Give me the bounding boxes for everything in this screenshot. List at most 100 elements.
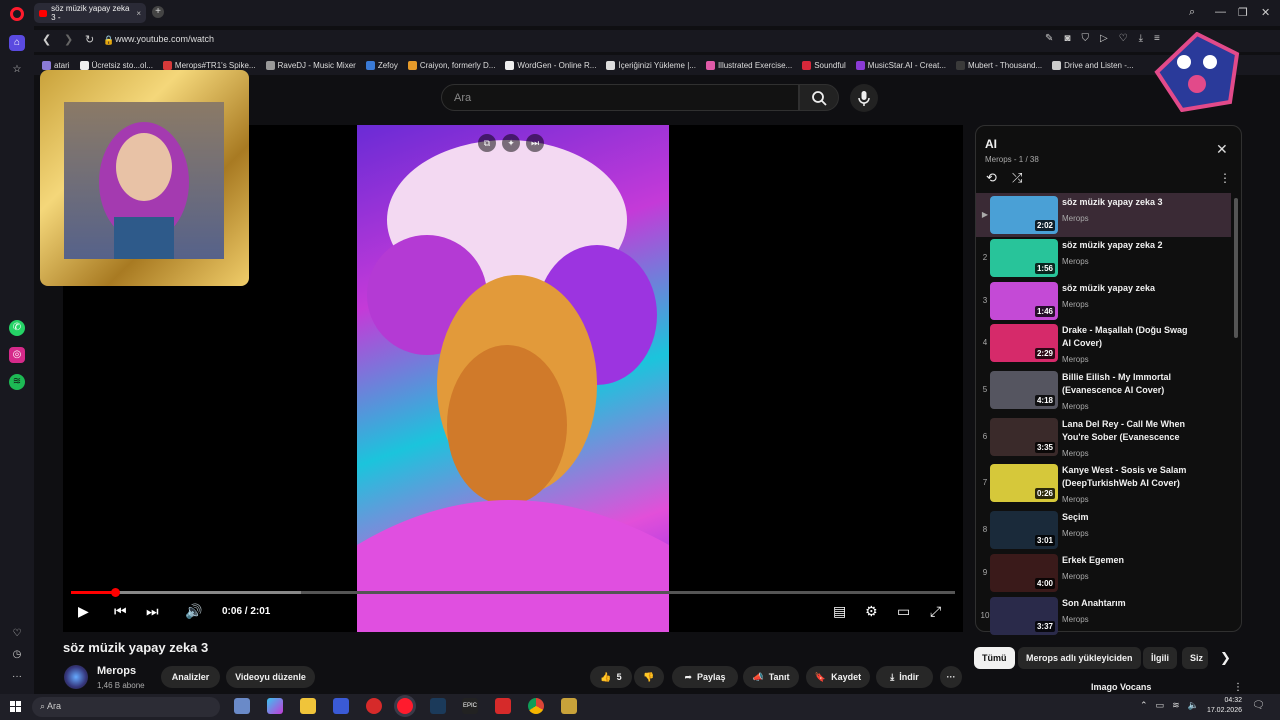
opera-logo-icon[interactable] [10,7,24,21]
play-button[interactable]: ▶ [78,603,89,620]
settings-gear-icon[interactable]: ⚙ [865,603,878,620]
bookmark-item[interactable]: Craiyon, formerly D... [407,60,495,70]
whatsapp-icon[interactable]: ✆ [9,320,25,336]
playlist-item[interactable]: 5 4:18 Billie Eilish - My Immortal (Evanes… [976,368,1231,412]
channel-avatar[interactable] [64,665,88,689]
chip-from-uploader[interactable]: Merops adlı yükleyiciden [1018,647,1141,669]
playlist-item-thumbnail[interactable]: 1:56 [990,239,1058,277]
bookmark-item[interactable]: Drive and Listen -... [1052,60,1134,70]
chip-for-you[interactable]: Siz [1182,647,1208,669]
download-icon[interactable]: ⤓ [1139,33,1143,44]
heart-icon[interactable]: ♡ [1119,33,1128,44]
analytics-button[interactable]: Analizler [161,666,220,688]
minimize-button[interactable]: — [1215,6,1226,18]
windows-start-icon[interactable] [10,701,22,713]
history-icon[interactable]: ◷ [9,647,25,663]
close-playlist-icon[interactable]: ✕ [1216,141,1228,158]
edit-icon[interactable]: ✎ [1045,33,1053,44]
bookmark-item[interactable]: MusicStar.AI - Creat... [855,60,946,70]
progress-scrubber[interactable] [111,588,120,597]
playlist-item[interactable]: ▶ 2:02 söz müzik yapay zeka 3 Merops [976,193,1231,237]
playlist-item-thumbnail[interactable]: 3:35 [990,418,1058,456]
like-button[interactable]: 👍 5 [590,666,632,688]
edit-video-button[interactable]: Videoyu düzenle [226,666,315,688]
home-icon[interactable]: ⌂ [9,35,25,51]
dislike-button[interactable]: 👎 [634,666,664,688]
promote-button[interactable]: 📣 Tanıt [743,666,799,688]
tray-chevron-icon[interactable]: ⌃ [1140,700,1148,711]
recommendation-more-icon[interactable]: ⋮ [1233,682,1243,693]
more-sidebar-icon[interactable]: ··· [9,669,25,685]
playlist-item[interactable]: 7 0:26 Kanye West - Sosis ve Salam (DeepTu… [976,461,1231,505]
maximize-button[interactable]: ❐ [1238,6,1248,19]
search-button[interactable] [799,84,839,111]
search-input[interactable]: Ara [441,84,799,111]
taskbar-clock[interactable]: 04:32 17.02.2026 [1200,696,1242,716]
recommendation-title[interactable]: Imago Vocans [1091,682,1151,692]
chip-related[interactable]: İlgili [1143,647,1177,669]
star-icon[interactable]: ☆ [9,62,25,78]
bookmark-item[interactable]: İçeriğinizi Yükleme |... [606,60,696,70]
download-button[interactable]: ⤓ İndir [876,666,933,688]
playlist-item-thumbnail[interactable]: 2:02 [990,196,1058,234]
url-field[interactable]: www.youtube.com/watch [115,34,214,44]
playlist-item[interactable]: 6 3:35 Lana Del Rey - Call Me When You're … [976,415,1231,459]
opera-taskbar-icon[interactable] [397,698,413,714]
skip-icon[interactable]: ⏭ [526,134,544,152]
playlist-item-thumbnail[interactable]: 3:37 [990,597,1058,635]
bookmark-item[interactable]: RaveDJ - Music Mixer [265,60,356,70]
search-tabs-icon[interactable]: ⌕ [1189,6,1195,19]
playlist-more-icon[interactable]: ⋮ [1219,171,1231,185]
app-red-icon[interactable] [495,698,511,714]
app-gold-icon[interactable] [561,698,577,714]
chip-all[interactable]: Tümü [974,647,1015,669]
playlist-item[interactable]: 9 4:00 Erkek Egemen Merops [976,551,1231,595]
playlist-item-thumbnail[interactable]: 4:00 [990,554,1058,592]
playlist-title[interactable]: AI [985,137,997,151]
file-explorer-icon[interactable] [300,698,316,714]
playlist-item[interactable]: 4 2:29 Drake - Maşallah (Doğu Swag AI Cove… [976,321,1231,365]
playlist-item[interactable]: 2 1:56 söz müzik yapay zeka 2 Merops [976,236,1231,280]
new-tab-button[interactable]: + [152,6,164,18]
instagram-icon[interactable]: ◎ [9,347,25,363]
copilot-icon[interactable] [267,698,283,714]
chrome-icon[interactable] [528,698,544,714]
camera-icon[interactable]: ◙ [1064,33,1070,44]
shuffle-icon[interactable]: ⤮ [1012,170,1022,186]
heart-sidebar-icon[interactable]: ♡ [9,626,25,642]
theater-mode-icon[interactable]: ▭ [897,603,910,620]
playlist-item[interactable]: 8 3:01 Seçim Merops [976,508,1231,552]
loop-icon[interactable]: ⟲ [986,170,997,186]
play-icon[interactable]: ▷ [1100,33,1108,44]
sparkle-icon[interactable]: ✦ [502,134,520,152]
subtitles-icon[interactable]: ▤ [833,603,846,620]
previous-button[interactable]: ⏮ [114,603,127,620]
speaker-icon[interactable]: 🔈 [1188,700,1199,711]
playlist-item-thumbnail[interactable]: 0:26 [990,464,1058,502]
browser-app-icon[interactable] [366,698,382,714]
epic-games-icon[interactable]: EPIC [462,698,478,714]
playlist-item-thumbnail[interactable]: 3:01 [990,511,1058,549]
browser-tab-active[interactable]: söz müzik yapay zeka 3 - × [34,3,146,23]
bookmark-item[interactable]: Soundful [802,60,846,70]
playlist-item-thumbnail[interactable]: 2:29 [990,324,1058,362]
voice-search-button[interactable] [850,84,878,112]
playlist-scrollbar[interactable] [1234,198,1238,338]
steam-icon[interactable] [430,698,446,714]
taskview-icon[interactable] [234,698,250,714]
app-icon[interactable] [333,698,349,714]
next-button[interactable]: ⏭ [146,603,159,620]
chips-next-icon[interactable]: ❯ [1220,650,1231,666]
bookmark-item[interactable]: Mubert - Thousand... [956,60,1042,70]
playlist-item[interactable]: 10 3:37 Son Anahtarım Merops [976,594,1231,638]
bookmark-item[interactable]: Merops#TR1's Spike... [162,60,256,70]
playlist-owner[interactable]: Merops [985,155,1012,164]
bookmark-item[interactable]: Ücretsiz sto...ol... [79,60,153,70]
more-actions-button[interactable]: ··· [940,666,962,688]
spotify-icon[interactable]: ≋ [9,374,25,390]
bookmark-item[interactable]: Illustrated Exercise... [705,60,792,70]
copy-icon[interactable]: ⧉ [478,134,496,152]
playlist-item[interactable]: 3 1:46 söz müzik yapay zeka Merops [976,279,1231,323]
notifications-icon[interactable]: 🗨 [1252,700,1265,711]
shield-icon[interactable]: ⛉ [1081,33,1089,44]
